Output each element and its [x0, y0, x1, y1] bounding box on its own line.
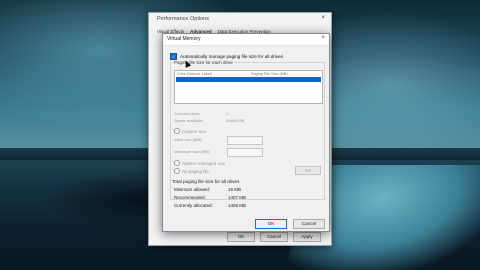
set-button[interactable]: Set — [295, 166, 321, 175]
no-paging-radio[interactable] — [174, 168, 180, 174]
perf-apply-button[interactable]: Apply — [293, 232, 321, 242]
initial-size-input[interactable] — [227, 136, 263, 145]
vm-close-icon[interactable]: × — [321, 35, 325, 41]
custom-size-radio-row[interactable]: Custom size: — [174, 128, 207, 134]
auto-manage-label: Automatically manage paging file size fo… — [180, 54, 283, 59]
total-label: Total paging file size for all drives — [172, 179, 240, 184]
stat-value-current: 1408 MB — [228, 203, 247, 208]
perf-close-icon[interactable]: × — [321, 15, 325, 21]
selected-drive-value: C: — [226, 111, 230, 116]
selected-drive-label: Selected drive: — [174, 111, 201, 116]
stat-value-minimum: 16 MB — [228, 187, 242, 192]
no-paging-label: No paging file — [182, 168, 209, 174]
initial-size-label: Initial size (MB): — [174, 137, 203, 142]
vm-titlebar: Virtual Memory × — [163, 34, 329, 46]
stat-label-recommended: Recommended: — [174, 195, 206, 200]
drive-row-selected[interactable] — [176, 77, 321, 82]
maximum-size-input[interactable] — [227, 148, 263, 157]
vm-buttons: OK Cancel — [255, 219, 325, 229]
perf-cancel-button[interactable]: Cancel — [260, 232, 288, 242]
maximum-size-label: Maximum size (MB): — [174, 149, 211, 154]
perf-ok-button[interactable]: OK — [227, 232, 255, 242]
auto-manage-checkbox[interactable]: ✓ — [170, 53, 177, 60]
stat-label-minimum: Minimum allowed: — [174, 187, 211, 192]
perf-buttons: OK Cancel Apply — [227, 232, 321, 242]
ok-button[interactable]: OK — [255, 219, 287, 229]
perf-title: Performance Options — [157, 16, 209, 22]
space-available-value: 89855 MB — [226, 118, 245, 123]
system-managed-radio-row[interactable]: System managed size — [174, 160, 225, 166]
column-drive: Drive [Volume Label] — [177, 72, 213, 76]
system-managed-radio[interactable] — [174, 160, 180, 166]
custom-size-label: Custom size: — [182, 128, 208, 134]
stat-label-current: Currently allocated: — [174, 203, 213, 208]
custom-size-radio[interactable] — [174, 128, 180, 134]
no-paging-radio-row[interactable]: No paging file — [174, 168, 209, 174]
perf-titlebar: Performance Options × — [149, 13, 331, 28]
vm-title: Virtual Memory — [167, 36, 201, 42]
stat-value-recommended: 1407 MB — [228, 195, 247, 200]
drive-list[interactable]: Drive [Volume Label] Paging File Size (M… — [174, 70, 323, 104]
system-managed-label: System managed size — [182, 160, 226, 166]
space-available-label: Space available: — [174, 118, 204, 123]
column-paging-size: Paging File Size (MB) — [251, 72, 288, 76]
cancel-button[interactable]: Cancel — [293, 219, 325, 229]
